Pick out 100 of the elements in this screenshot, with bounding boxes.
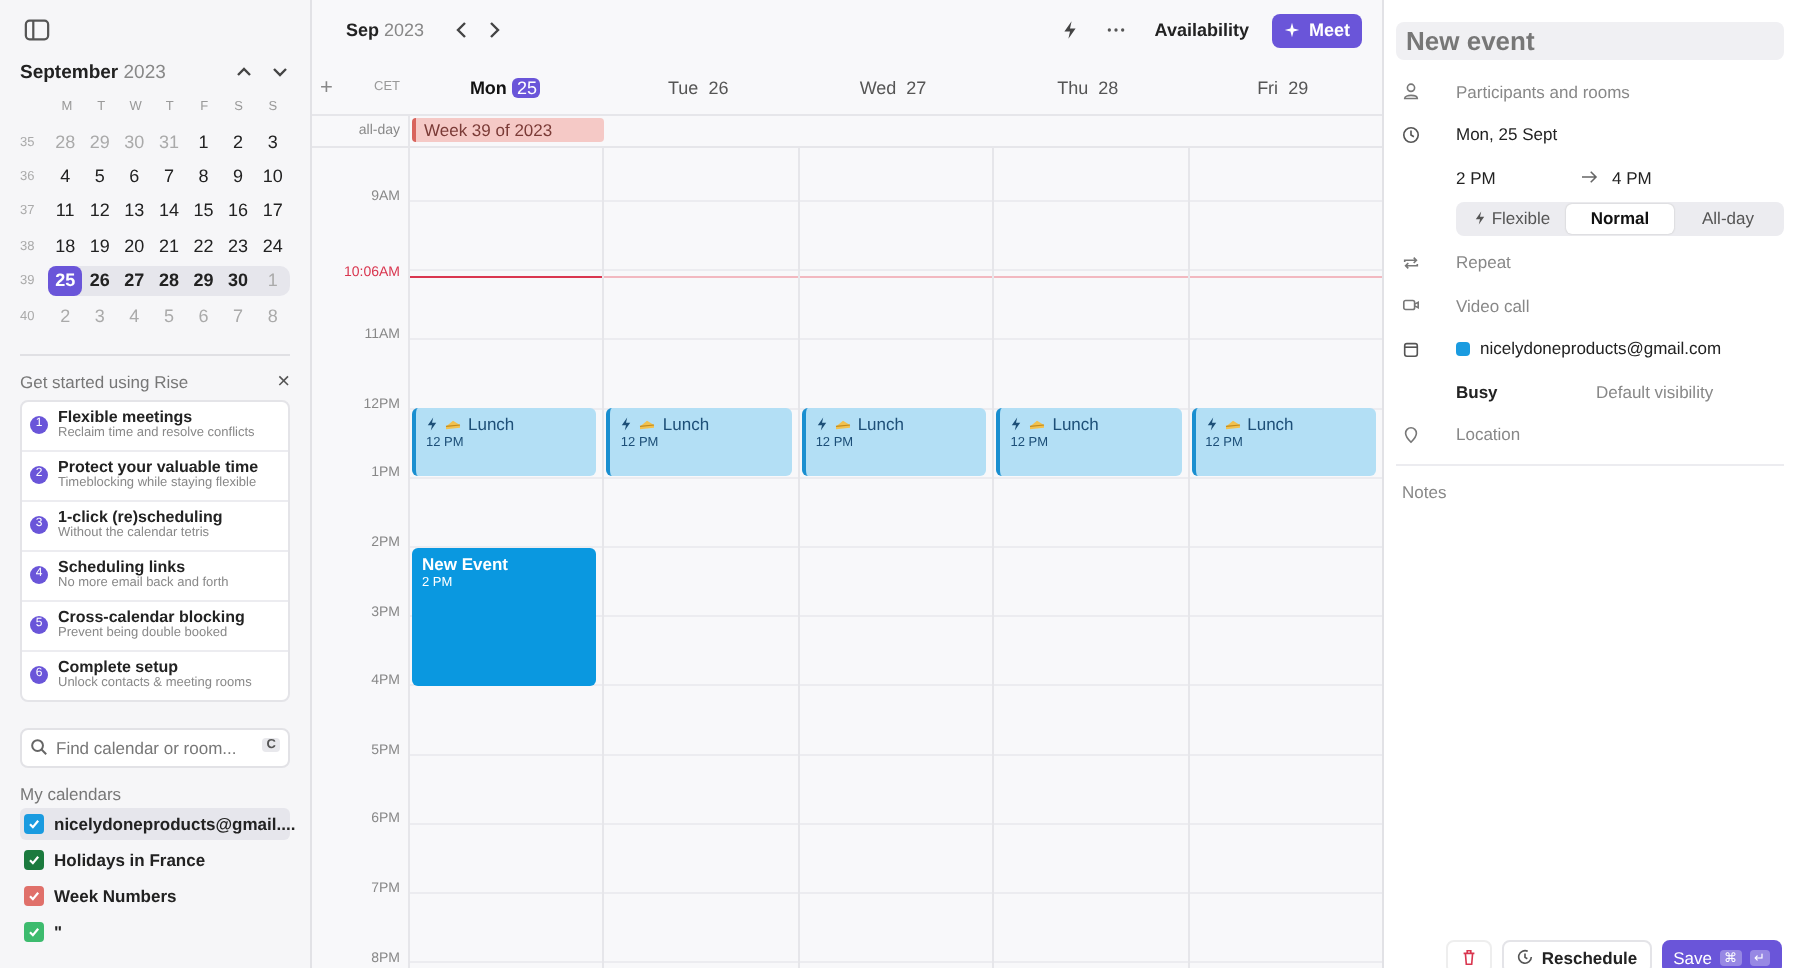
date-cell[interactable]: 1 (186, 127, 221, 158)
date-cell[interactable]: 21 (151, 231, 187, 262)
location-field[interactable]: Location (1456, 424, 1521, 445)
lightning-icon (815, 416, 828, 432)
participants-field[interactable]: Participants and rooms (1456, 81, 1630, 102)
date-cell[interactable]: 6 (117, 161, 152, 192)
video-icon (1402, 296, 1420, 315)
close-button[interactable]: × (277, 371, 290, 392)
date-cell[interactable]: 24 (255, 231, 290, 262)
search-icon (30, 738, 48, 757)
date-cell[interactable]: 12 (82, 196, 118, 227)
event-title: Lunch (662, 414, 710, 434)
chevron-right-icon[interactable] (484, 20, 505, 40)
date-cell[interactable]: 5 (82, 161, 118, 192)
date-cell[interactable]: 2 (220, 127, 256, 158)
event-title: New Event (422, 553, 508, 573)
item-title: Flexible meetings (58, 408, 193, 427)
month-title: September 2023 (20, 61, 168, 83)
delete-button[interactable] (1445, 940, 1492, 968)
start-time-field[interactable]: 2 PM (1456, 167, 1580, 188)
more-icon[interactable] (1106, 26, 1127, 34)
end-time-field[interactable]: 4 PM (1612, 167, 1652, 188)
date-cell[interactable]: 20 (117, 231, 152, 262)
date-cell[interactable]: 10 (255, 161, 290, 192)
date-cell[interactable]: 15 (186, 196, 221, 227)
food-icon (444, 417, 462, 431)
visibility-field[interactable]: Default visibility (1596, 381, 1714, 402)
food-icon (833, 417, 852, 431)
checkbox[interactable] (24, 813, 44, 834)
calendar-item[interactable]: nicelydoneproducts@gmail.... (20, 807, 290, 840)
checkmark-icon (26, 815, 42, 832)
mode-tab[interactable]: Flexible (1458, 203, 1566, 233)
availability-field[interactable]: Busy (1456, 381, 1596, 402)
checkbox[interactable] (24, 921, 44, 942)
calendar-item[interactable]: Week Numbers (20, 879, 290, 912)
trash-icon (1459, 948, 1478, 966)
section-title: Get started using Rise (20, 371, 189, 392)
chevron-down-icon[interactable] (270, 62, 290, 82)
calendar-field[interactable]: nicelydoneproducts@gmail.com (1480, 338, 1722, 359)
item-title: Scheduling links (58, 558, 186, 577)
date-cell[interactable]: 26 (82, 266, 118, 297)
day-header[interactable]: Fri 29 (1187, 60, 1383, 114)
mode-tab[interactable]: Normal (1566, 203, 1674, 233)
date-cell[interactable]: 8 (186, 161, 221, 192)
date-cell[interactable]: 14 (151, 196, 187, 227)
reschedule-button[interactable]: Reschedule (1501, 940, 1652, 968)
date-cell[interactable]: 29 (186, 266, 221, 297)
food-icon (1223, 417, 1242, 431)
calendar-item[interactable]: " (20, 915, 290, 948)
checkbox[interactable] (24, 885, 44, 906)
date-cell[interactable]: 7 (151, 161, 187, 192)
food-icon (638, 417, 657, 431)
sidebar-toggle-icon[interactable] (24, 18, 50, 42)
date-cell[interactable]: 22 (186, 231, 221, 262)
notes-field[interactable]: Notes (1396, 482, 1784, 502)
date-cell[interactable]: 23 (220, 231, 256, 262)
day-header[interactable]: Mon 25 (408, 60, 603, 114)
date-cell[interactable]: 30 (220, 266, 256, 297)
sparkle-icon (1284, 22, 1301, 38)
calendar-item[interactable]: Holidays in France (20, 843, 290, 876)
date-cell[interactable]: 9 (220, 161, 256, 192)
month-title: Sep 2023 (346, 20, 425, 40)
video-call-field[interactable]: Video call (1456, 295, 1530, 316)
date-cell[interactable]: 19 (82, 231, 118, 262)
availability-button[interactable]: Availability (1154, 20, 1261, 40)
date-cell[interactable]: 17 (255, 196, 290, 227)
mode-tab[interactable]: All-day (1674, 203, 1782, 233)
all-day-event[interactable]: Week 39 of 2023 (412, 118, 604, 142)
date-cell[interactable]: 11 (47, 196, 83, 227)
date-cell[interactable]: 25 (47, 266, 83, 297)
checkmark-icon (26, 887, 42, 904)
meet-button[interactable]: Meet (1272, 13, 1362, 47)
section-title: My calendars (20, 783, 124, 804)
date-cell[interactable]: 4 (47, 161, 83, 192)
lightning-icon (426, 416, 438, 432)
checkbox[interactable] (24, 849, 44, 870)
date-cell[interactable]: 13 (117, 196, 152, 227)
date-cell[interactable]: 3 (255, 127, 290, 158)
item-title: Complete setup (58, 658, 179, 677)
event-title: Lunch (1052, 414, 1099, 434)
lightning-icon[interactable] (1062, 20, 1079, 40)
day-header[interactable]: Tue 26 (602, 60, 798, 114)
date-cell[interactable]: 28 (151, 266, 187, 297)
date-field[interactable]: Mon, 25 Sept (1456, 124, 1558, 145)
date-cell[interactable]: 16 (220, 196, 256, 227)
date-cell[interactable]: 27 (117, 266, 152, 297)
repeat-field[interactable]: Repeat (1456, 252, 1511, 273)
location-pin-icon (1402, 425, 1420, 444)
clock-icon (1402, 125, 1420, 144)
arrow-right-icon (1580, 170, 1598, 185)
calendar-icon (1402, 339, 1420, 358)
day-header[interactable]: Wed 27 (797, 60, 993, 114)
day-header[interactable]: Thu 28 (992, 60, 1188, 114)
clock-icon (1515, 948, 1534, 966)
date-cell[interactable]: 18 (47, 231, 83, 262)
item-title: Protect your valuable time (58, 458, 259, 477)
event-title-field[interactable]: New event (1396, 22, 1784, 60)
checkmark-icon (26, 923, 42, 940)
lightning-icon (1010, 416, 1023, 432)
lightning-icon (1473, 210, 1486, 226)
